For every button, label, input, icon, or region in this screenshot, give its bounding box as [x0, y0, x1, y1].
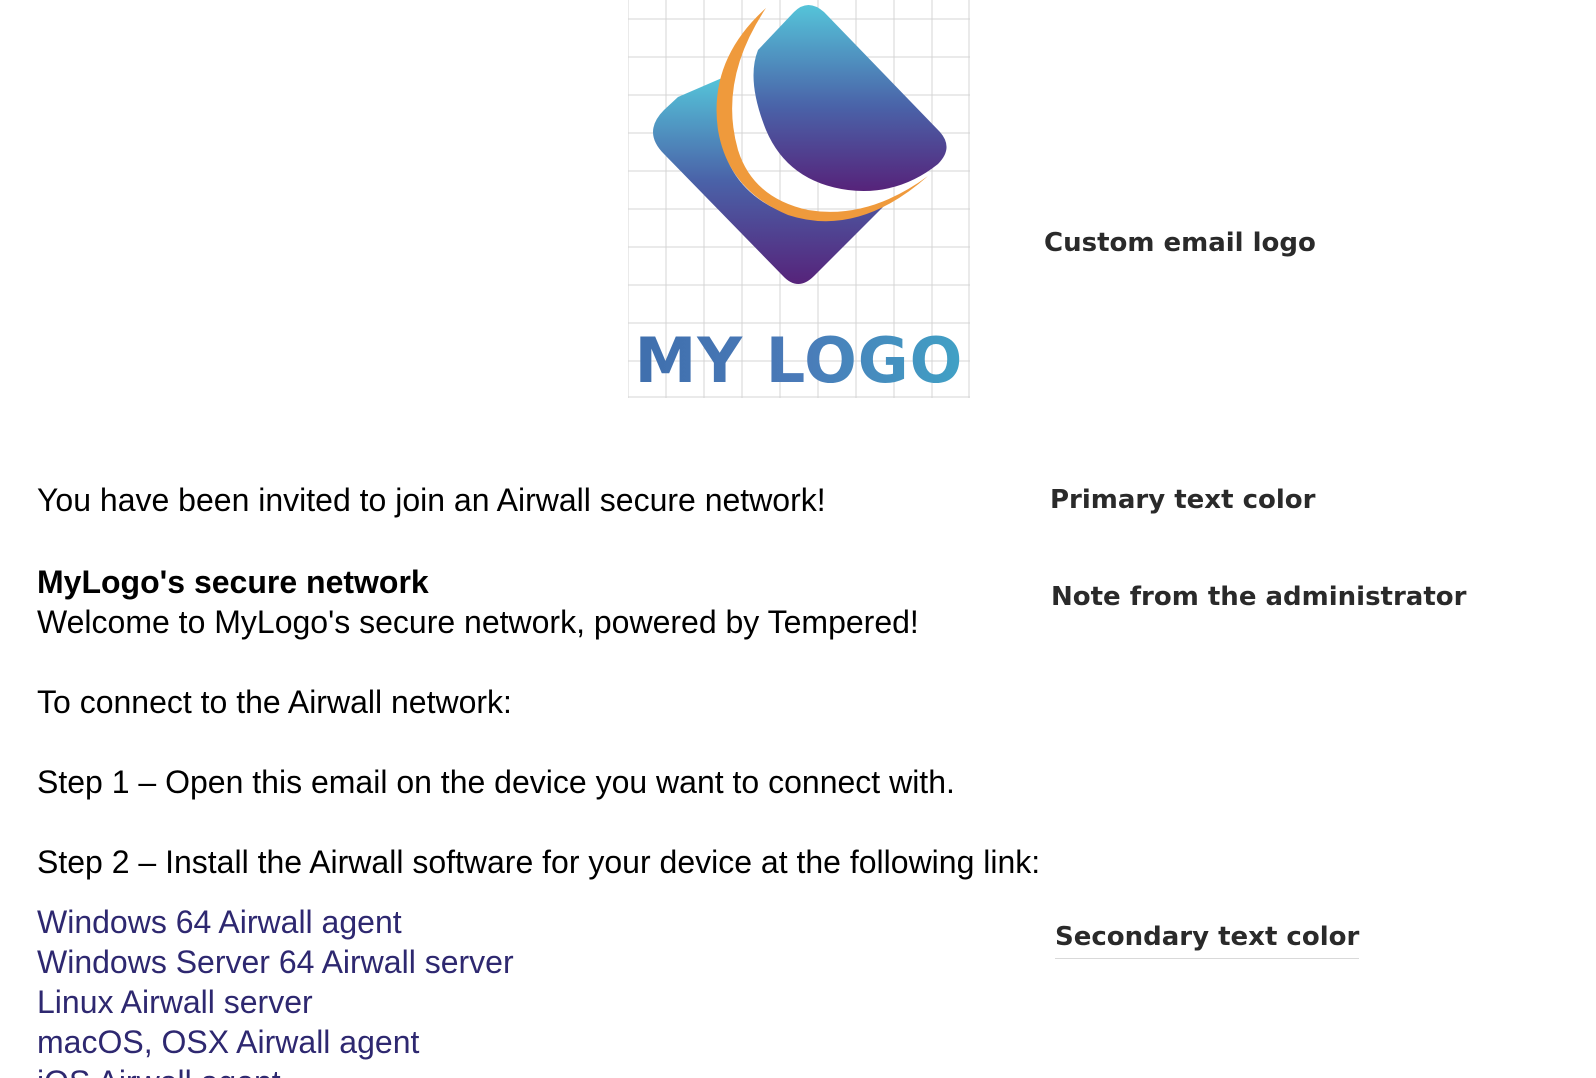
link-windows-server-64[interactable]: Windows Server 64 Airwall server: [37, 944, 514, 980]
welcome-note: Welcome to MyLogo's secure network, powe…: [37, 604, 919, 640]
link-windows-64-agent[interactable]: Windows 64 Airwall agent: [37, 904, 402, 940]
annotation-secondary-text-color: Secondary text color: [1055, 922, 1360, 959]
connect-intro: To connect to the Airwall network:: [37, 684, 512, 720]
link-item: Windows Server 64 Airwall server: [37, 942, 514, 982]
network-name: MyLogo's secure network: [37, 564, 429, 600]
step-1: Step 1 – Open this email on the device y…: [37, 764, 955, 800]
link-item: macOS, OSX Airwall agent: [37, 1022, 514, 1062]
step-2: Step 2 – Install the Airwall software fo…: [37, 844, 1041, 880]
link-macos-agent[interactable]: macOS, OSX Airwall agent: [37, 1024, 419, 1060]
link-linux-server[interactable]: Linux Airwall server: [37, 984, 313, 1020]
logo-wordmark: MY LOGO: [628, 330, 970, 392]
annotation-custom-email-logo: Custom email logo: [1044, 228, 1316, 258]
link-item: Linux Airwall server: [37, 982, 514, 1022]
annotation-note-from-admin: Note from the administrator: [1051, 582, 1467, 612]
invite-text: You have been invited to join an Airwall…: [37, 482, 826, 518]
custom-logo: MY LOGO: [628, 0, 970, 398]
download-links: Windows 64 Airwall agent Windows Server …: [37, 902, 514, 1078]
annotation-primary-text-color: Primary text color: [1050, 485, 1316, 515]
link-item: iOS Airwall agent: [37, 1062, 514, 1078]
logo-diamond-upper: [753, 5, 947, 191]
link-ios-agent[interactable]: iOS Airwall agent: [37, 1064, 281, 1078]
link-item: Windows 64 Airwall agent: [37, 902, 514, 942]
